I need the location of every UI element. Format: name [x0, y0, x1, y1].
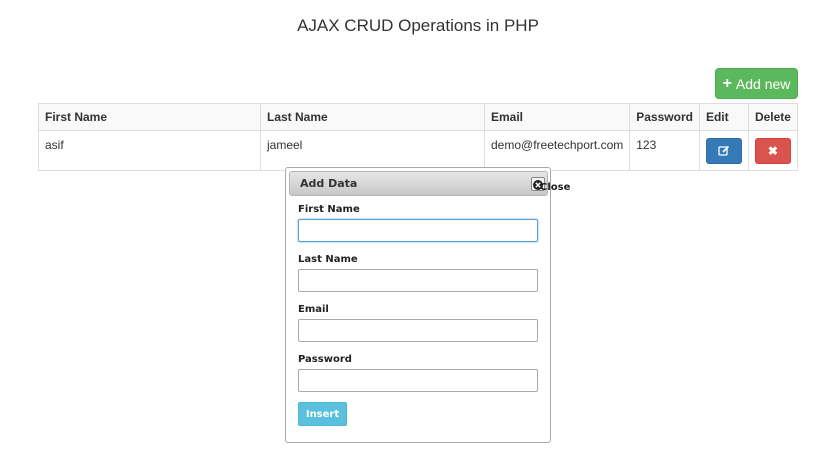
cell-password: 123: [629, 130, 700, 171]
add-new-button[interactable]: + Add new: [715, 68, 798, 99]
cell-first-name: asif: [38, 130, 261, 171]
edit-button[interactable]: [705, 138, 742, 164]
delete-icon: ✖: [767, 144, 778, 158]
add-new-label: Add new: [735, 75, 791, 92]
password-input[interactable]: [298, 369, 538, 392]
email-label: Email: [298, 304, 329, 315]
cell-email: demo@freetechport.com: [483, 130, 631, 171]
cell-edit: [698, 130, 749, 171]
cell-last-name: jameel: [259, 130, 486, 171]
header-email: Email: [483, 103, 631, 131]
first-name-label: First Name: [298, 204, 360, 215]
dialog-title: Add Data: [300, 177, 358, 190]
close-label: Close: [540, 182, 571, 193]
table-row: asif jameel demo@freetechport.com 123 ✖: [38, 130, 799, 171]
first-name-input[interactable]: [298, 219, 538, 242]
last-name-label: Last Name: [298, 254, 358, 265]
header-password: Password: [629, 103, 700, 131]
password-label: Password: [298, 354, 352, 365]
header-edit: Edit: [698, 103, 749, 131]
add-data-dialog: Add Data Close First Name Last Name Emai…: [285, 167, 570, 443]
table-header-row: First Name Last Name Email Password Edit…: [38, 103, 799, 131]
page-title: AJAX CRUD Operations in PHP: [297, 16, 539, 35]
header-delete: Delete: [747, 103, 799, 131]
data-table: First Name Last Name Email Password Edit…: [38, 103, 799, 171]
edit-icon: [718, 145, 730, 156]
delete-button[interactable]: ✖: [754, 138, 791, 164]
dialog-titlebar[interactable]: Add Data Close: [289, 171, 570, 196]
cell-delete: ✖: [747, 130, 799, 171]
insert-button[interactable]: Insert: [298, 402, 347, 426]
header-first-name: First Name: [38, 103, 261, 131]
email-input[interactable]: [298, 319, 538, 342]
last-name-input[interactable]: [298, 269, 538, 292]
header-last-name: Last Name: [259, 103, 486, 131]
plus-icon: +: [722, 74, 732, 92]
